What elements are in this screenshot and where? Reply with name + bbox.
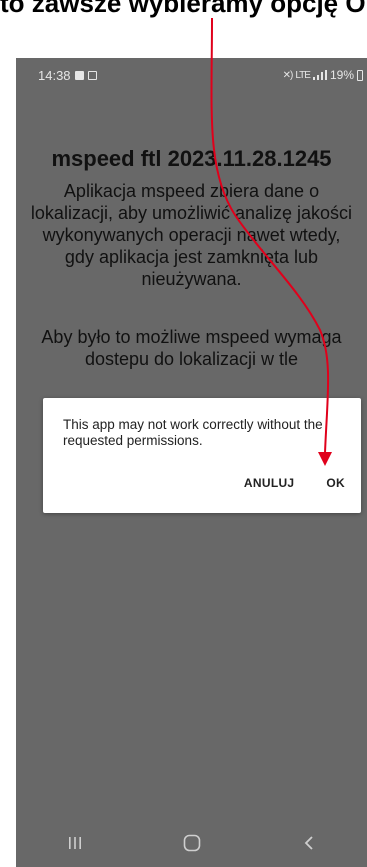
dialog-message: This app may not work correctly without … [63,417,323,448]
back-button[interactable] [279,823,339,863]
app-permission-note: Aby było to możliwe mspeed wymaga dostep… [41,327,342,369]
top-caption: to zawsze wybieramy opcję OK [0,0,367,58]
app-description: Aplikacja mspeed zbiera dane o lokalizac… [30,181,353,289]
battery-icon [357,69,363,81]
screenshot-page: to zawsze wybieramy opcję OK 14:38 ✕) LT… [0,0,367,867]
battery-level: 19% [329,68,354,82]
check-notification-icon [87,70,97,80]
top-caption-text: to zawsze wybieramy opcję OK [0,0,367,18]
status-right: ✕) LTE 19% [283,68,367,82]
app-title: mspeed ftl 2023.11.28.1245 [51,146,332,171]
recents-button[interactable] [45,823,105,863]
recents-icon [68,837,81,849]
status-left: 14:38 [16,68,97,83]
back-icon [304,836,313,850]
navigation-bar [16,819,367,867]
ok-button[interactable]: OK [326,476,345,490]
permission-dialog: This app may not work correctly without … [43,398,361,513]
dialog-actions: ANULUJ OK [244,476,345,490]
cancel-button[interactable]: ANULUJ [244,476,294,490]
signal-icon [312,70,327,80]
home-button[interactable] [162,823,222,863]
phone-screen: 14:38 ✕) LTE 19% mspeed ftl 2023.11.28.1… [16,58,367,867]
network-type: LTE [295,69,311,81]
status-time: 14:38 [38,67,71,83]
home-icon [183,834,200,852]
status-bar: 14:38 ✕) LTE 19% [16,58,367,92]
gallery-notification-icon [74,70,84,80]
mute-icon: ✕) [282,69,294,81]
